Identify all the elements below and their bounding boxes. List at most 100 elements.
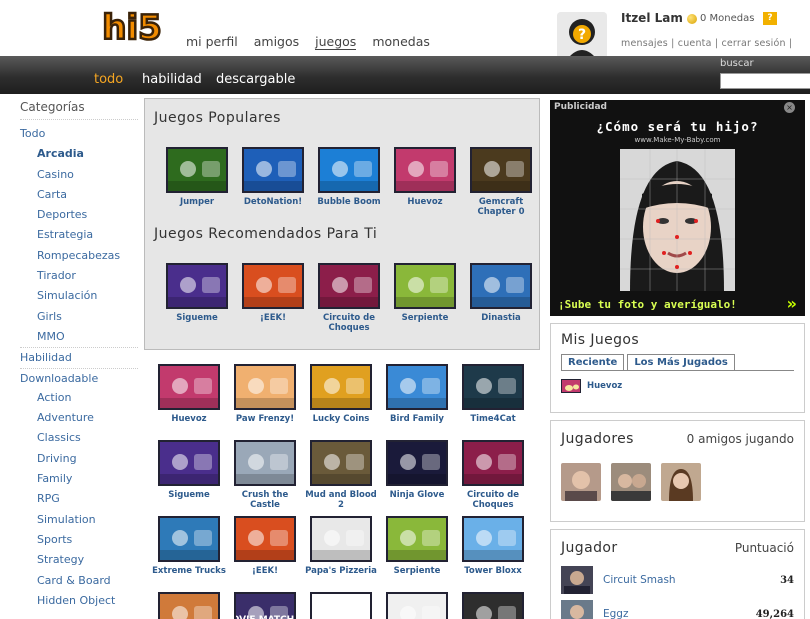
game-thumbnail[interactable]: [318, 147, 380, 193]
game-title[interactable]: Serpiente: [387, 313, 463, 323]
game-tile-bird-family[interactable]: Bird Family: [379, 364, 455, 424]
game-thumbnail[interactable]: [242, 147, 304, 193]
game-tile-lucky-coins[interactable]: Lucky Coins: [303, 364, 379, 424]
game-thumbnail[interactable]: [462, 440, 524, 486]
game-tile-tower-bloxx[interactable]: Tower Bloxx: [455, 516, 531, 576]
game-tile-dinastia[interactable]: Dinastia: [463, 263, 539, 333]
sidebar-item-card-board[interactable]: Card & Board: [20, 571, 138, 591]
game-thumbnail[interactable]: [386, 592, 448, 619]
score-game[interactable]: Circuit Smash: [603, 574, 780, 586]
sidebar-item-estrategia[interactable]: Estrategia: [20, 225, 138, 245]
game-title[interactable]: Bubble Boom: [311, 197, 387, 207]
game-tile-mud-and-blood-2[interactable]: Mud and Blood 2: [303, 440, 379, 510]
game-thumbnail[interactable]: [462, 592, 524, 619]
ad-close-icon[interactable]: ×: [784, 102, 795, 113]
game-tile-papa-s-pizzeria[interactable]: Papa's Pizzeria: [303, 516, 379, 576]
game-tile-bubble-boom[interactable]: Bubble Boom: [311, 147, 387, 217]
game-title[interactable]: Dinastia: [463, 313, 539, 323]
sidebar-item-girls[interactable]: Girls: [20, 307, 138, 327]
game-tile-sigueme[interactable]: Sigueme: [151, 440, 227, 510]
game-tile-huevoz[interactable]: Huevoz: [387, 147, 463, 217]
subnav-todo[interactable]: todo: [94, 72, 123, 87]
sidebar-item-hidden-object[interactable]: Hidden Object: [20, 591, 138, 611]
sidebar-item-downloadable[interactable]: Downloadable: [20, 367, 138, 388]
score-game[interactable]: Eggz: [603, 608, 756, 619]
game-tile-item-1[interactable]: MOVIE MATCH UP: [227, 592, 303, 619]
sidebar-item-simulacion[interactable]: Simulación: [20, 286, 138, 306]
ad-arrow-icon[interactable]: »: [787, 294, 797, 313]
game-tile-eek[interactable]: ¡EEK!: [235, 263, 311, 333]
game-title[interactable]: Sigueme: [159, 313, 235, 323]
game-title[interactable]: Papa's Pizzeria: [303, 566, 379, 576]
game-thumbnail[interactable]: [234, 364, 296, 410]
game-thumbnail[interactable]: [394, 147, 456, 193]
game-title[interactable]: Sigueme: [151, 490, 227, 500]
user-links[interactable]: mensajes | cuenta | cerrar sesión |: [621, 38, 792, 49]
game-title[interactable]: Bird Family: [379, 414, 455, 424]
game-title[interactable]: Circuito de Choques: [455, 490, 531, 510]
game-thumbnail[interactable]: [318, 263, 380, 309]
coin-balance[interactable]: 0 Monedas: [687, 13, 754, 24]
game-tile-serpiente[interactable]: Serpiente: [379, 516, 455, 576]
game-tile-paw-frenzy[interactable]: Paw Frenzy!: [227, 364, 303, 424]
game-title[interactable]: Jumper: [159, 197, 235, 207]
sidebar-item-simulation[interactable]: Simulation: [20, 510, 138, 530]
game-thumbnail[interactable]: [310, 440, 372, 486]
sidebar-item-rompecabezas[interactable]: Rompecabezas: [20, 246, 138, 266]
score-row[interactable]: Eggz 49,264: [561, 600, 794, 619]
game-tile-sigueme[interactable]: Sigueme: [159, 263, 235, 333]
game-title[interactable]: Crush the Castle: [227, 490, 303, 510]
tab-reciente[interactable]: Reciente: [561, 354, 625, 370]
game-thumbnail[interactable]: [242, 263, 304, 309]
game-tile-circuito-de-choques[interactable]: Circuito de Choques: [311, 263, 387, 333]
game-tile-extreme-trucks[interactable]: Extreme Trucks: [151, 516, 227, 576]
game-title[interactable]: Huevoz: [387, 197, 463, 207]
game-title[interactable]: Ninja Glove: [379, 490, 455, 500]
sidebar-item-action[interactable]: Action: [20, 388, 138, 408]
subnav-habilidad[interactable]: habilidad: [142, 72, 202, 87]
sidebar-item-strategy[interactable]: Strategy: [20, 550, 138, 570]
my-games-item[interactable]: Huevoz: [561, 379, 794, 393]
game-title[interactable]: Huevoz: [151, 414, 227, 424]
friend-avatar[interactable]: [611, 463, 651, 501]
ad-cta[interactable]: ¡Sube tu foto y averígualo!: [558, 298, 737, 311]
game-thumbnail[interactable]: [462, 516, 524, 562]
game-thumbnail[interactable]: [386, 440, 448, 486]
game-tile-crush-the-castle[interactable]: Crush the Castle: [227, 440, 303, 510]
sidebar-item-todo[interactable]: Todo: [20, 124, 138, 144]
subnav-descargable[interactable]: descargable: [216, 72, 295, 87]
game-thumbnail[interactable]: [166, 147, 228, 193]
friend-avatar[interactable]: [561, 463, 601, 501]
game-thumbnail[interactable]: [234, 516, 296, 562]
sidebar-item-casino[interactable]: Casino: [20, 165, 138, 185]
sidebar-item-driving[interactable]: Driving: [20, 449, 138, 469]
game-thumbnail[interactable]: [386, 516, 448, 562]
game-title[interactable]: Extreme Trucks: [151, 566, 227, 576]
game-title[interactable]: Gemcraft Chapter 0: [463, 197, 539, 217]
game-thumbnail[interactable]: [158, 516, 220, 562]
sidebar-item-family[interactable]: Family: [20, 469, 138, 489]
nav-mi-perfil[interactable]: mi perfil: [186, 34, 238, 50]
nav-amigos[interactable]: amigos: [254, 34, 299, 50]
game-title[interactable]: Circuito de Choques: [311, 313, 387, 333]
sidebar-item-mmo[interactable]: MMO: [20, 327, 138, 347]
game-thumbnail[interactable]: [158, 592, 220, 619]
game-tile-circuito-de-choques[interactable]: Circuito de Choques: [455, 440, 531, 510]
friend-avatar[interactable]: [661, 463, 701, 501]
sidebar-item-arcadia[interactable]: Arcadia: [20, 144, 138, 164]
game-tile-item-4[interactable]: [455, 592, 531, 619]
game-thumbnail[interactable]: [158, 364, 220, 410]
hi5-logo[interactable]: hi5: [92, 8, 172, 46]
sidebar-item-tirador[interactable]: Tirador: [20, 266, 138, 286]
game-thumbnail[interactable]: [310, 364, 372, 410]
game-thumbnail[interactable]: [310, 516, 372, 562]
game-title[interactable]: Time4Cat: [455, 414, 531, 424]
game-tile-gemcraft-chapter-0[interactable]: Gemcraft Chapter 0: [463, 147, 539, 217]
game-thumbnail[interactable]: [470, 147, 532, 193]
sidebar-item-carta[interactable]: Carta: [20, 185, 138, 205]
sidebar-item-deportes[interactable]: Deportes: [20, 205, 138, 225]
game-tile-time4cat[interactable]: Time4Cat: [455, 364, 531, 424]
sidebar-item-classics[interactable]: Classics: [20, 428, 138, 448]
game-tile-ninja-glove[interactable]: Ninja Glove: [379, 440, 455, 510]
user-avatar[interactable]: ?: [557, 12, 607, 62]
